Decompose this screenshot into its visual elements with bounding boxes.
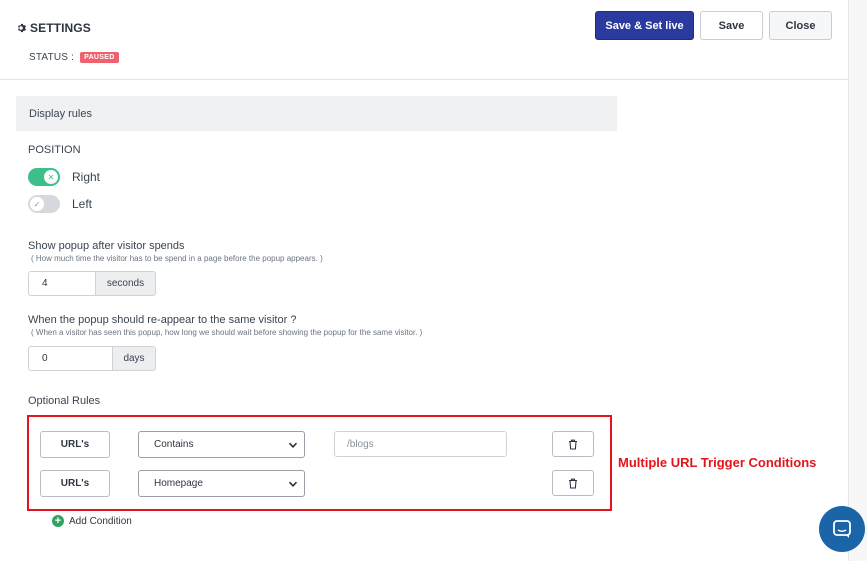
delay-label: Show popup after visitor spends xyxy=(28,240,185,252)
page-title: SETTINGS xyxy=(17,21,91,35)
reappear-input-group: 0 days xyxy=(28,346,156,371)
highlight-box xyxy=(27,415,612,511)
trash-icon xyxy=(569,478,577,489)
rule-condition-value: Homepage xyxy=(154,478,203,489)
delete-rule-button[interactable] xyxy=(552,431,594,457)
display-rules-header: Display rules xyxy=(16,96,617,131)
position-left-label: Left xyxy=(72,197,93,211)
rule-type-button[interactable]: URL's xyxy=(40,431,110,458)
rule-condition-select[interactable]: Contains xyxy=(138,431,305,458)
add-condition-label: Add Condition xyxy=(69,515,132,527)
position-left-toggle[interactable]: ✓ xyxy=(28,195,60,213)
status-row: STATUS : PAUSED xyxy=(29,52,119,63)
delay-unit: seconds xyxy=(96,271,156,296)
chat-icon xyxy=(833,520,851,538)
save-button[interactable]: Save xyxy=(700,11,763,40)
display-rules-title: Display rules xyxy=(29,107,92,120)
delay-seconds-input[interactable]: 4 xyxy=(28,271,96,296)
chat-launcher-button[interactable] xyxy=(819,506,865,552)
toggle-knob: ✓ xyxy=(30,197,44,211)
gear-icon xyxy=(18,23,26,33)
delay-input-group: 4 seconds xyxy=(28,271,156,296)
page-title-text: SETTINGS xyxy=(30,21,91,35)
rule-value-input[interactable]: /blogs xyxy=(334,431,507,457)
header-divider xyxy=(0,79,849,80)
plus-icon: + xyxy=(52,515,64,527)
settings-panel: SETTINGS STATUS : PAUSED Save & Set live… xyxy=(0,0,849,561)
rule-condition-value: Contains xyxy=(154,439,194,450)
chevron-down-icon xyxy=(288,481,298,487)
delay-hint: ( How much time the visitor has to be sp… xyxy=(31,254,323,263)
reappear-unit: days xyxy=(113,346,156,371)
add-condition-button[interactable]: + Add Condition xyxy=(52,515,132,527)
scrollbar[interactable] xyxy=(849,0,867,561)
rule-condition-select[interactable]: Homepage xyxy=(138,470,305,497)
position-label: POSITION xyxy=(28,144,81,156)
status-label: STATUS : xyxy=(29,52,75,63)
reappear-days-input[interactable]: 0 xyxy=(28,346,113,371)
chevron-down-icon xyxy=(288,442,298,448)
delete-rule-button[interactable] xyxy=(552,470,594,496)
toggle-knob: ✕ xyxy=(44,170,58,184)
reappear-hint: ( When a visitor has seen this popup, ho… xyxy=(31,328,423,337)
close-button[interactable]: Close xyxy=(769,11,832,40)
rule-type-button[interactable]: URL's xyxy=(40,470,110,497)
trash-icon xyxy=(569,439,577,450)
status-badge: PAUSED xyxy=(80,52,119,63)
position-right-label: Right xyxy=(72,170,101,184)
optional-rules-title: Optional Rules xyxy=(28,395,101,407)
position-right-toggle[interactable]: ✕ xyxy=(28,168,60,186)
reappear-label: When the popup should re-appear to the s… xyxy=(28,314,297,326)
annotation-label: Multiple URL Trigger Conditions xyxy=(618,455,817,470)
save-and-set-live-button[interactable]: Save & Set live xyxy=(595,11,694,40)
